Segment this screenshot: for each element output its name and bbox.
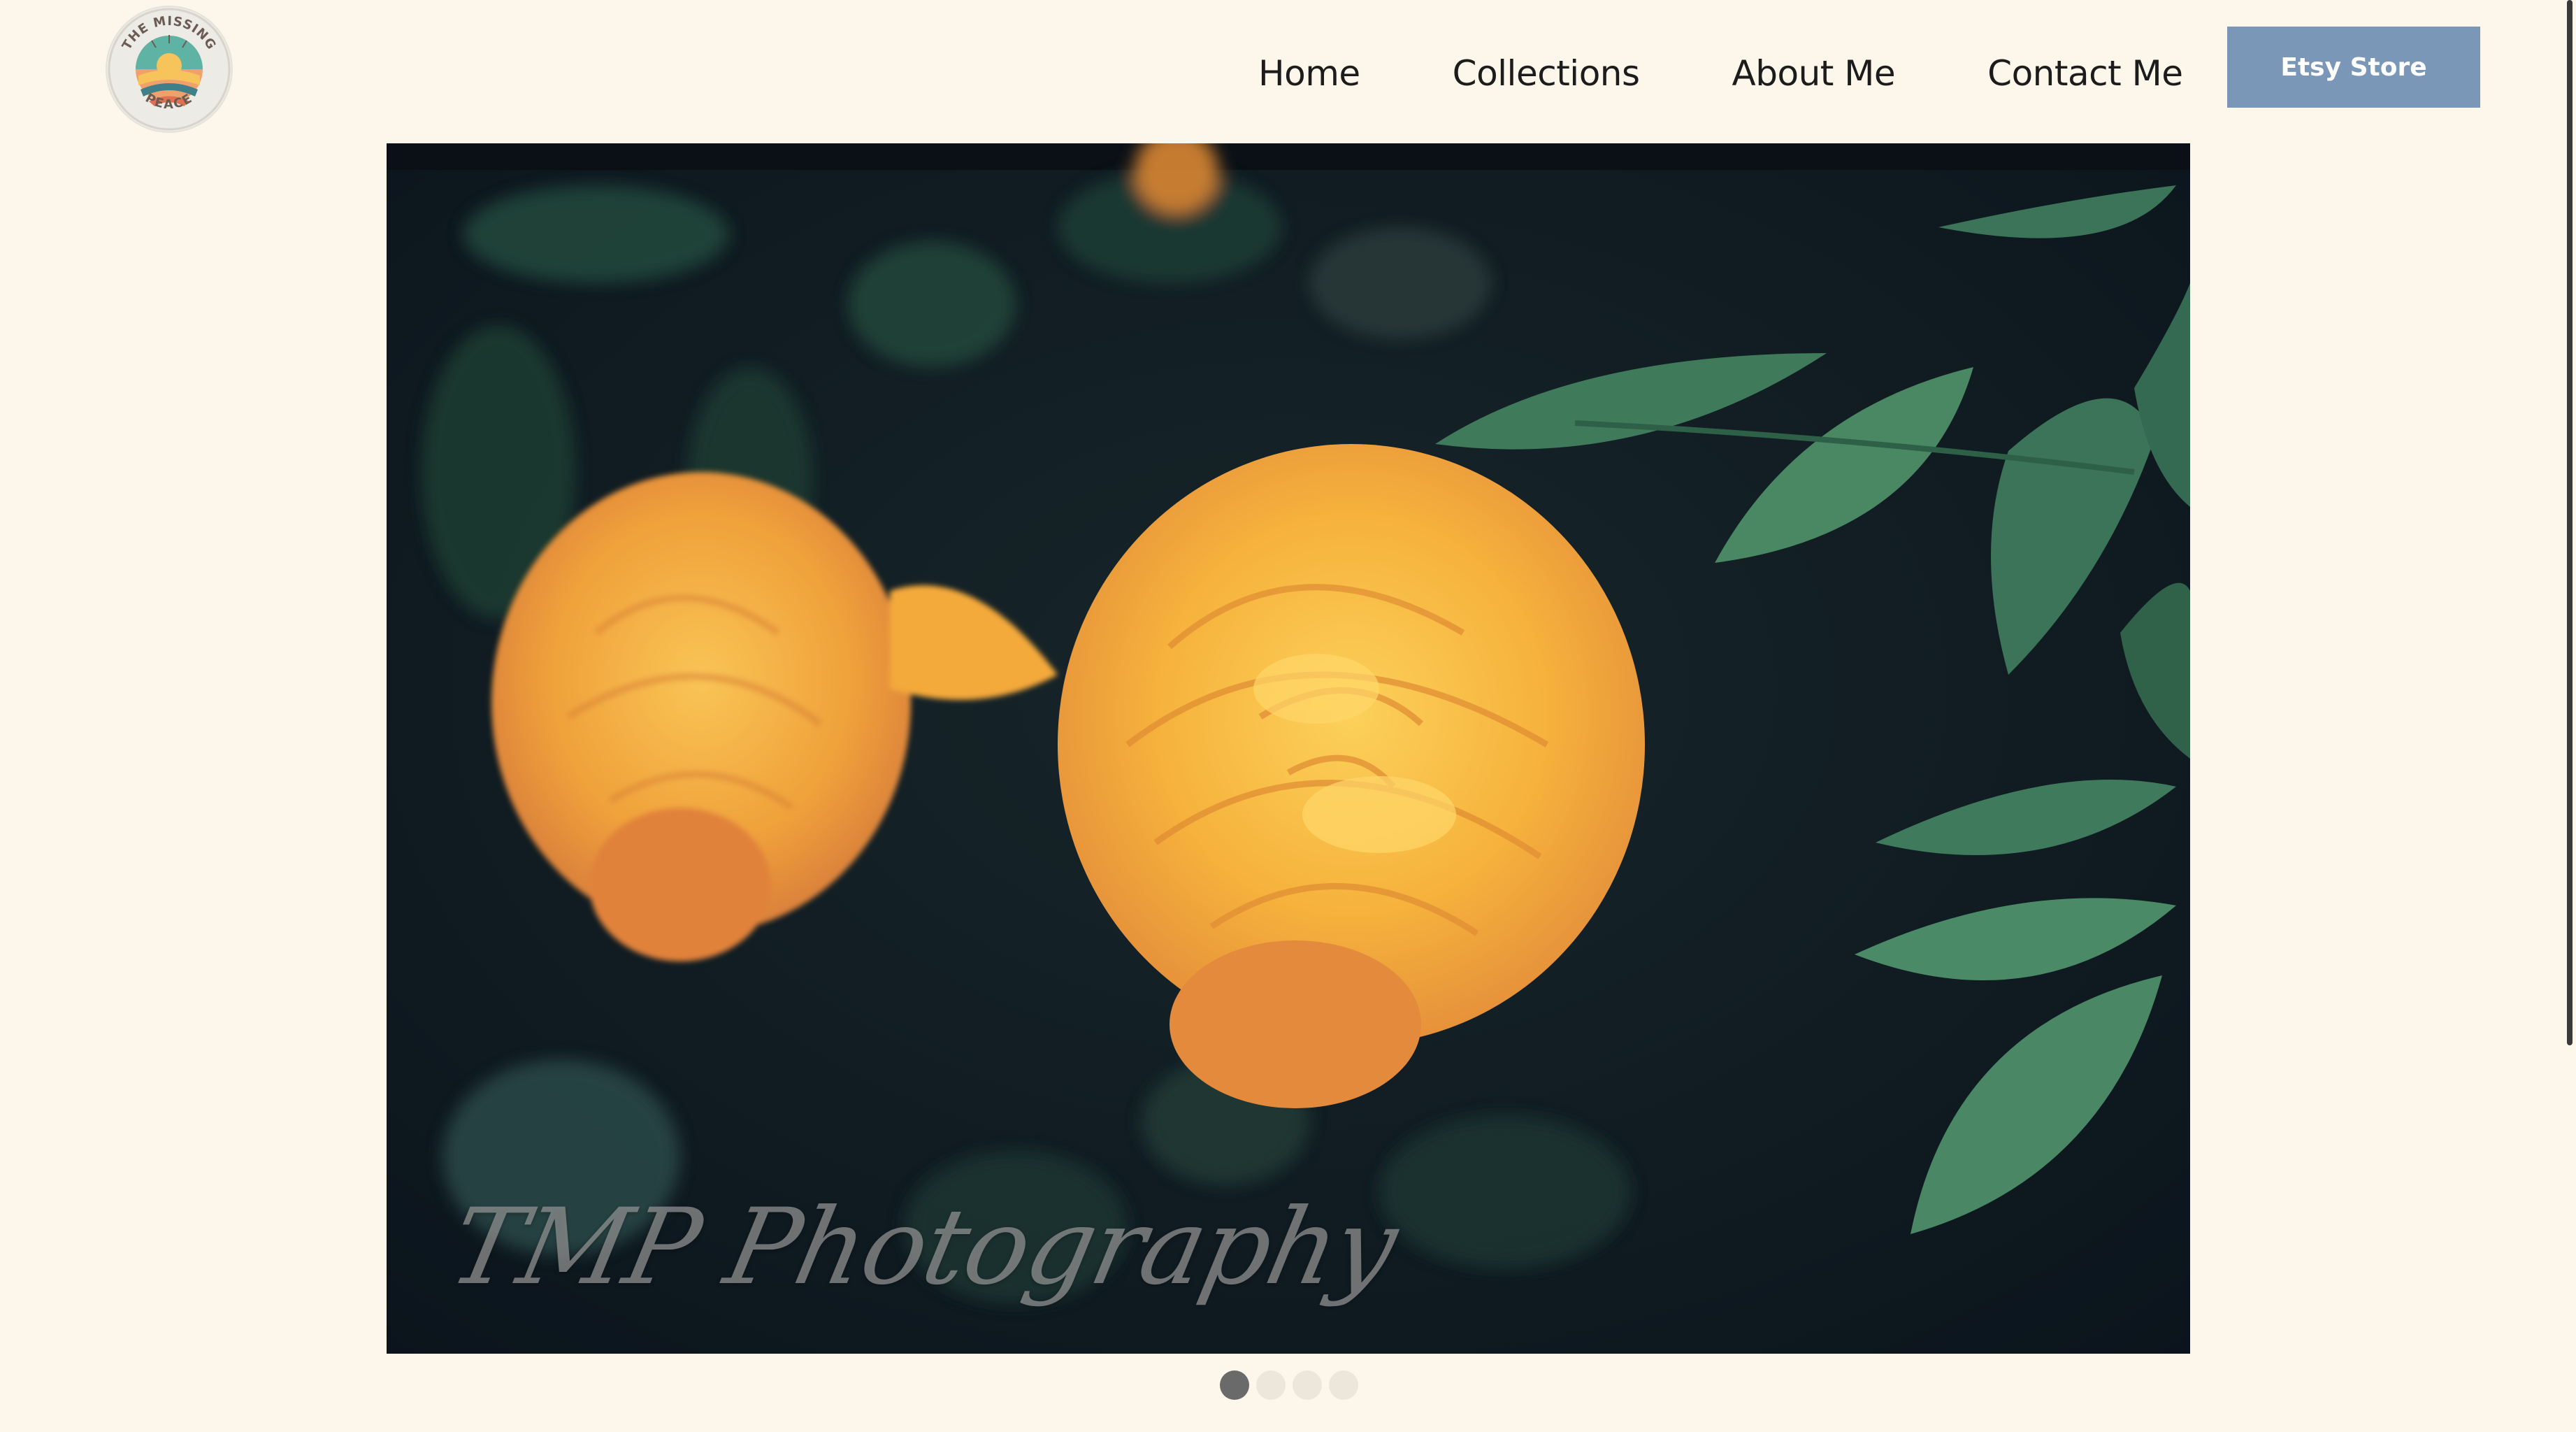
slideshow-dots (1220, 1370, 1358, 1400)
etsy-store-button[interactable]: Etsy Store (2227, 27, 2480, 108)
page-scrollbar[interactable] (2567, 0, 2573, 1432)
hero-slideshow[interactable]: TMP Photography (387, 143, 2190, 1354)
watermark-text: TMP Photography (440, 1187, 1406, 1308)
slide-dot-4[interactable] (1329, 1370, 1358, 1400)
site-logo[interactable]: THE MISSING PEACE (107, 7, 231, 131)
slide-dot-3[interactable] (1293, 1370, 1322, 1400)
sunrise-seal-icon: THE MISSING PEACE (108, 8, 231, 131)
nav-collections[interactable]: Collections (1453, 53, 1640, 94)
page: THE MISSING PEACE Home Collections About… (0, 0, 2576, 1432)
nav-contact-me[interactable]: Contact Me (1987, 53, 2183, 94)
slide-dot-2[interactable] (1256, 1370, 1286, 1400)
main-nav: Home Collections About Me Contact Me (1258, 49, 2183, 98)
rose-photo (387, 143, 2190, 1354)
slide-dot-1[interactable] (1220, 1370, 1249, 1400)
nav-about-me[interactable]: About Me (1732, 53, 1896, 94)
nav-home[interactable]: Home (1258, 53, 1360, 94)
scrollbar-thumb[interactable] (2567, 0, 2573, 1045)
